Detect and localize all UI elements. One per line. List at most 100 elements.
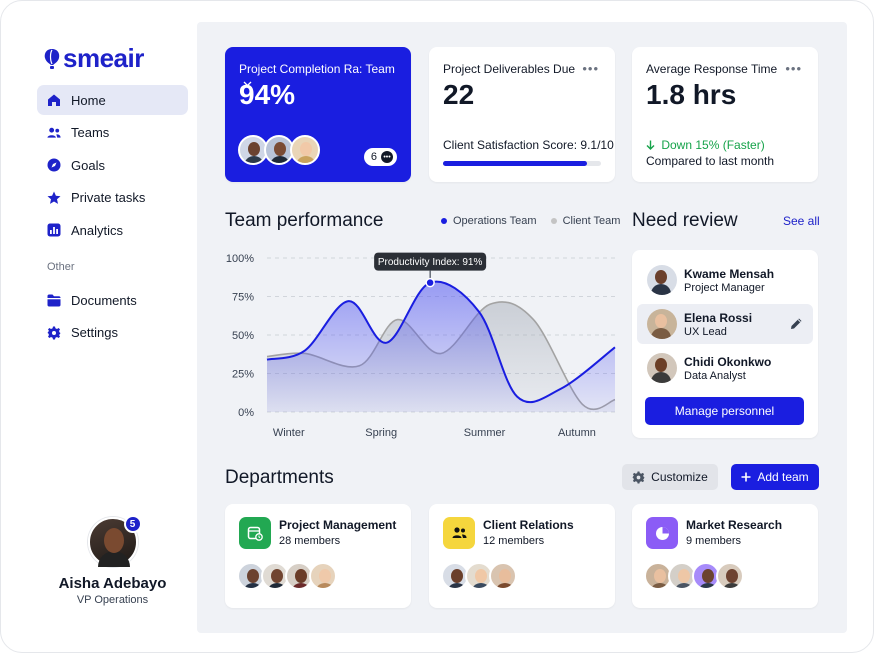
see-all-link[interactable]: See all — [783, 214, 820, 228]
sidebar-section-other: Other — [47, 261, 75, 273]
response-value: 1.8 hrs — [646, 79, 737, 110]
deliverables-card: Project Deliverables Due ••• 22 Client S… — [429, 47, 615, 182]
more-options-icon[interactable]: ••• — [582, 61, 599, 76]
person-role: Project Manager — [684, 282, 765, 294]
edit-icon[interactable] — [790, 317, 803, 330]
completion-card[interactable]: Project Completion Ra: Team 94% 6 ••• — [225, 47, 411, 182]
sidebar-item-teams[interactable]: Teams — [37, 118, 188, 148]
x-tick-label: Autumn — [558, 427, 596, 439]
sidebar-item-label: Documents — [71, 292, 137, 308]
review-list-card: Kwame Mensah Project Manager Elena Rossi… — [632, 250, 818, 438]
customize-button[interactable]: Customize — [622, 464, 718, 490]
sidebar-item-analytics[interactable]: Analytics — [37, 215, 188, 245]
deliverables-value: 22 — [443, 79, 475, 110]
dept-name: Client Relations — [483, 518, 574, 532]
avatar — [309, 562, 337, 590]
departments-title: Departments — [225, 467, 334, 488]
person-name: Chidi Okonkwo — [684, 355, 772, 369]
person-name: Elena Rossi — [684, 311, 753, 325]
dept-avatars — [644, 562, 744, 590]
peak-point — [425, 277, 435, 288]
y-tick-label: 75% — [232, 292, 254, 304]
avatar — [647, 353, 677, 383]
sidebar-item-home[interactable]: Home — [37, 85, 188, 115]
dept-name: Market Research — [686, 518, 783, 532]
chart-legend: Operations Team Client Team — [441, 215, 620, 227]
balloon-icon — [44, 48, 60, 69]
main-content: Project Completion Ra: Team 94% 6 ••• Pr… — [197, 22, 847, 633]
dept-members: 12 members — [483, 535, 545, 547]
team-avatars — [238, 135, 320, 165]
deliverables-label: Project Deliverables Due — [443, 62, 576, 76]
y-tick-label: 0% — [238, 407, 254, 419]
sidebar-item-settings[interactable]: Settings — [37, 318, 188, 348]
response-label: Average Response Time — [646, 62, 778, 76]
response-time-card: Average Response Time ••• 1.8 hrs Down 1… — [632, 47, 818, 182]
profile-role: VP Operations — [76, 594, 149, 606]
dept-card-market-research[interactable]: Market Research 9 members — [632, 504, 818, 608]
review-person-chidi[interactable]: Chidi Okonkwo Data Analyst — [637, 348, 813, 388]
avatar — [647, 265, 677, 295]
sidebar-item-label: Goals — [71, 157, 105, 173]
calendar-icon — [239, 517, 271, 549]
x-tick-label: Spring — [365, 427, 397, 439]
avatar — [489, 562, 517, 590]
user-profile[interactable]: 5 Aisha Adebayo VP Operations — [37, 515, 188, 606]
dept-avatars — [441, 562, 517, 590]
need-review-title: Need review — [632, 210, 738, 231]
manage-personnel-button[interactable]: Manage personnel — [645, 397, 804, 425]
x-tick-label: Summer — [464, 427, 506, 439]
brand-name: smeair — [63, 43, 144, 73]
person-name: Kwame Mensah — [684, 267, 775, 281]
sidebar-item-goals[interactable]: Goals — [37, 150, 188, 180]
tooltip-text: Productivity Index: 91% — [378, 257, 483, 268]
sidebar-nav: Home Teams Goals Private tasks Analytics… — [37, 85, 188, 350]
y-tick-label: 50% — [232, 330, 254, 342]
review-person-elena[interactable]: Elena Rossi UX Lead — [637, 304, 813, 344]
users-icon — [47, 126, 61, 140]
brand-logo[interactable]: smeair — [43, 43, 144, 74]
profile-name: Aisha Adebayo — [58, 575, 167, 592]
dept-members: 28 members — [279, 535, 341, 547]
folder-icon — [47, 293, 61, 307]
review-person-kwame[interactable]: Kwame Mensah Project Manager — [637, 260, 813, 300]
avatar — [647, 309, 677, 339]
app-window: smeair Home Teams Goals Private tasks An… — [0, 0, 874, 653]
sidebar-item-label: Teams — [71, 125, 110, 140]
gear-icon — [47, 326, 61, 340]
legend-client[interactable]: Client Team — [550, 215, 620, 227]
sidebar-item-label: Analytics — [71, 222, 124, 238]
add-team-button[interactable]: Add team — [731, 464, 819, 490]
y-tick-label: 25% — [232, 369, 254, 381]
satisfaction-progress-fill — [443, 161, 587, 166]
sidebar-item-label: Settings — [71, 325, 118, 340]
sidebar-item-documents[interactable]: Documents — [37, 285, 188, 315]
operations-area — [267, 281, 615, 412]
response-compare: Compared to last month — [646, 154, 775, 168]
legend-operations[interactable]: Operations Team — [441, 215, 537, 227]
avatar — [290, 135, 320, 165]
more-options-icon[interactable]: ••• — [785, 61, 802, 76]
dept-card-client-relations[interactable]: Client Relations 12 members — [429, 504, 615, 608]
y-tick-label: 100% — [226, 253, 254, 265]
response-change: Down 15% (Faster) — [646, 138, 765, 152]
sidebar-item-label: Home — [71, 92, 106, 108]
more-members-pill[interactable]: 6 ••• — [363, 148, 397, 166]
more-icon: ••• — [381, 151, 393, 163]
avatar — [716, 562, 744, 590]
dept-card-project-management[interactable]: Project Management 28 members — [225, 504, 411, 608]
pie-chart-icon — [646, 517, 678, 549]
sidebar-item-private-tasks[interactable]: Private tasks — [37, 183, 188, 213]
star-icon — [47, 191, 61, 205]
satisfaction-label: Client Satisfaction Score: 9.1/10 — [443, 138, 614, 152]
notification-badge[interactable]: 5 — [123, 515, 142, 533]
satisfaction-progress — [443, 161, 601, 166]
home-icon — [47, 93, 61, 107]
sidebar-item-label: Private tasks — [71, 190, 146, 205]
person-role: UX Lead — [684, 326, 727, 338]
sidebar: smeair Home Teams Goals Private tasks An… — [1, 1, 197, 652]
dept-name: Project Management — [279, 518, 397, 532]
x-tick-label: Winter — [273, 427, 305, 439]
avatar[interactable]: 5 — [87, 515, 142, 567]
chart-icon — [47, 223, 61, 237]
